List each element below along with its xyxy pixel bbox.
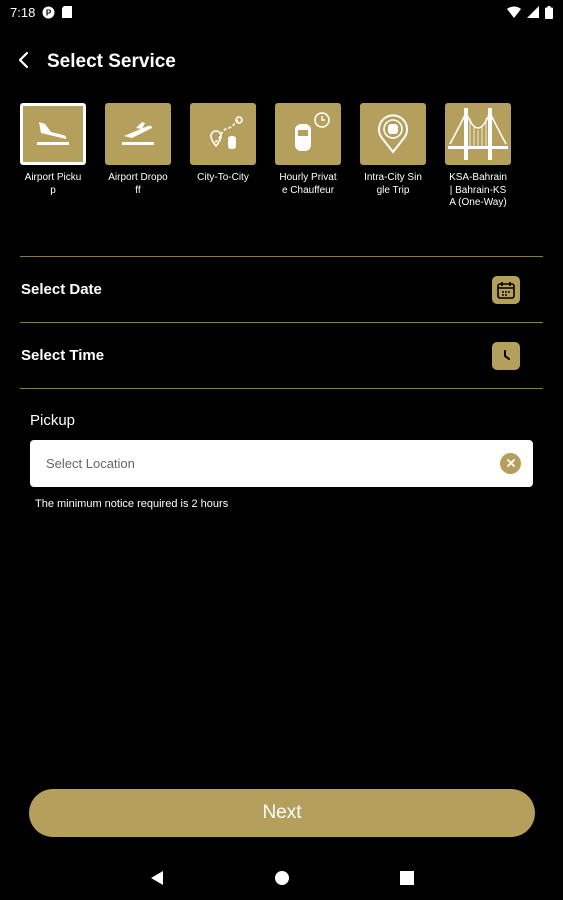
status-bar: 7:18 P [0, 0, 563, 24]
service-label: Hourly Private Chauffeur [279, 172, 337, 196]
service-tile [190, 103, 256, 165]
service-tile [360, 103, 426, 165]
airplane-landing-icon [33, 116, 73, 153]
select-date-row[interactable]: Select Date [20, 256, 543, 322]
signal-icon [527, 6, 539, 18]
select-time-label: Select Time [21, 347, 105, 364]
service-label: Intra-City Single Trip [364, 172, 422, 196]
service-list: Airport Pickup Airport Dropoff City-To-C… [20, 103, 520, 210]
battery-icon [545, 5, 553, 19]
service-label: Airport Pickup [24, 172, 82, 196]
close-icon [506, 455, 516, 473]
nav-back-button[interactable] [146, 867, 168, 889]
clear-location-button[interactable] [500, 453, 521, 474]
service-label: City-To-City [197, 172, 249, 183]
svg-text:P: P [46, 8, 52, 17]
bridge-icon [448, 104, 508, 165]
nav-recents-button[interactable] [396, 867, 418, 889]
service-tile [105, 103, 171, 165]
chevron-left-icon [17, 51, 29, 74]
pickup-label: Pickup [30, 412, 76, 429]
service-city-to-city[interactable]: City-To-City [190, 103, 256, 210]
select-time-row[interactable]: Select Time [20, 322, 543, 388]
page-title: Select Service [47, 51, 176, 72]
service-tile [445, 103, 511, 165]
sim-card-icon [62, 6, 73, 18]
clock-icon [492, 341, 520, 370]
calendar-icon [492, 275, 520, 304]
service-label: Airport Dropoff [108, 172, 168, 196]
select-date-label: Select Date [21, 281, 102, 298]
header: Select Service [0, 42, 563, 82]
minimum-notice-text: The minimum notice required is 2 hours [35, 498, 229, 510]
service-label: KSA-Bahrain | Bahrain-KSA (One-Way) [449, 172, 507, 208]
service-airport-pickup[interactable]: Airport Pickup [20, 103, 86, 210]
wifi-icon [507, 6, 521, 18]
service-intra-city[interactable]: Intra-City Single Trip [360, 103, 426, 210]
divider [20, 388, 543, 389]
route-icon [201, 112, 245, 157]
service-tile [275, 103, 341, 165]
status-time: 7:18 [10, 4, 36, 20]
car-pin-icon [373, 110, 413, 159]
airplane-takeoff-icon [118, 116, 158, 153]
service-tile [20, 103, 86, 165]
system-nav-bar [0, 856, 563, 900]
pickup-location-input[interactable] [44, 455, 500, 472]
back-button[interactable] [8, 47, 38, 77]
service-ksa-bahrain[interactable]: KSA-Bahrain | Bahrain-KSA (One-Way) [445, 103, 511, 210]
next-button[interactable]: Next [29, 789, 535, 837]
nav-home-button[interactable] [271, 867, 293, 889]
pickup-location-field[interactable] [30, 440, 533, 487]
service-hourly-chauffeur[interactable]: Hourly Private Chauffeur [275, 103, 341, 210]
notification-icon: P [42, 6, 55, 19]
car-clock-icon [283, 110, 333, 159]
service-airport-dropoff[interactable]: Airport Dropoff [105, 103, 171, 210]
